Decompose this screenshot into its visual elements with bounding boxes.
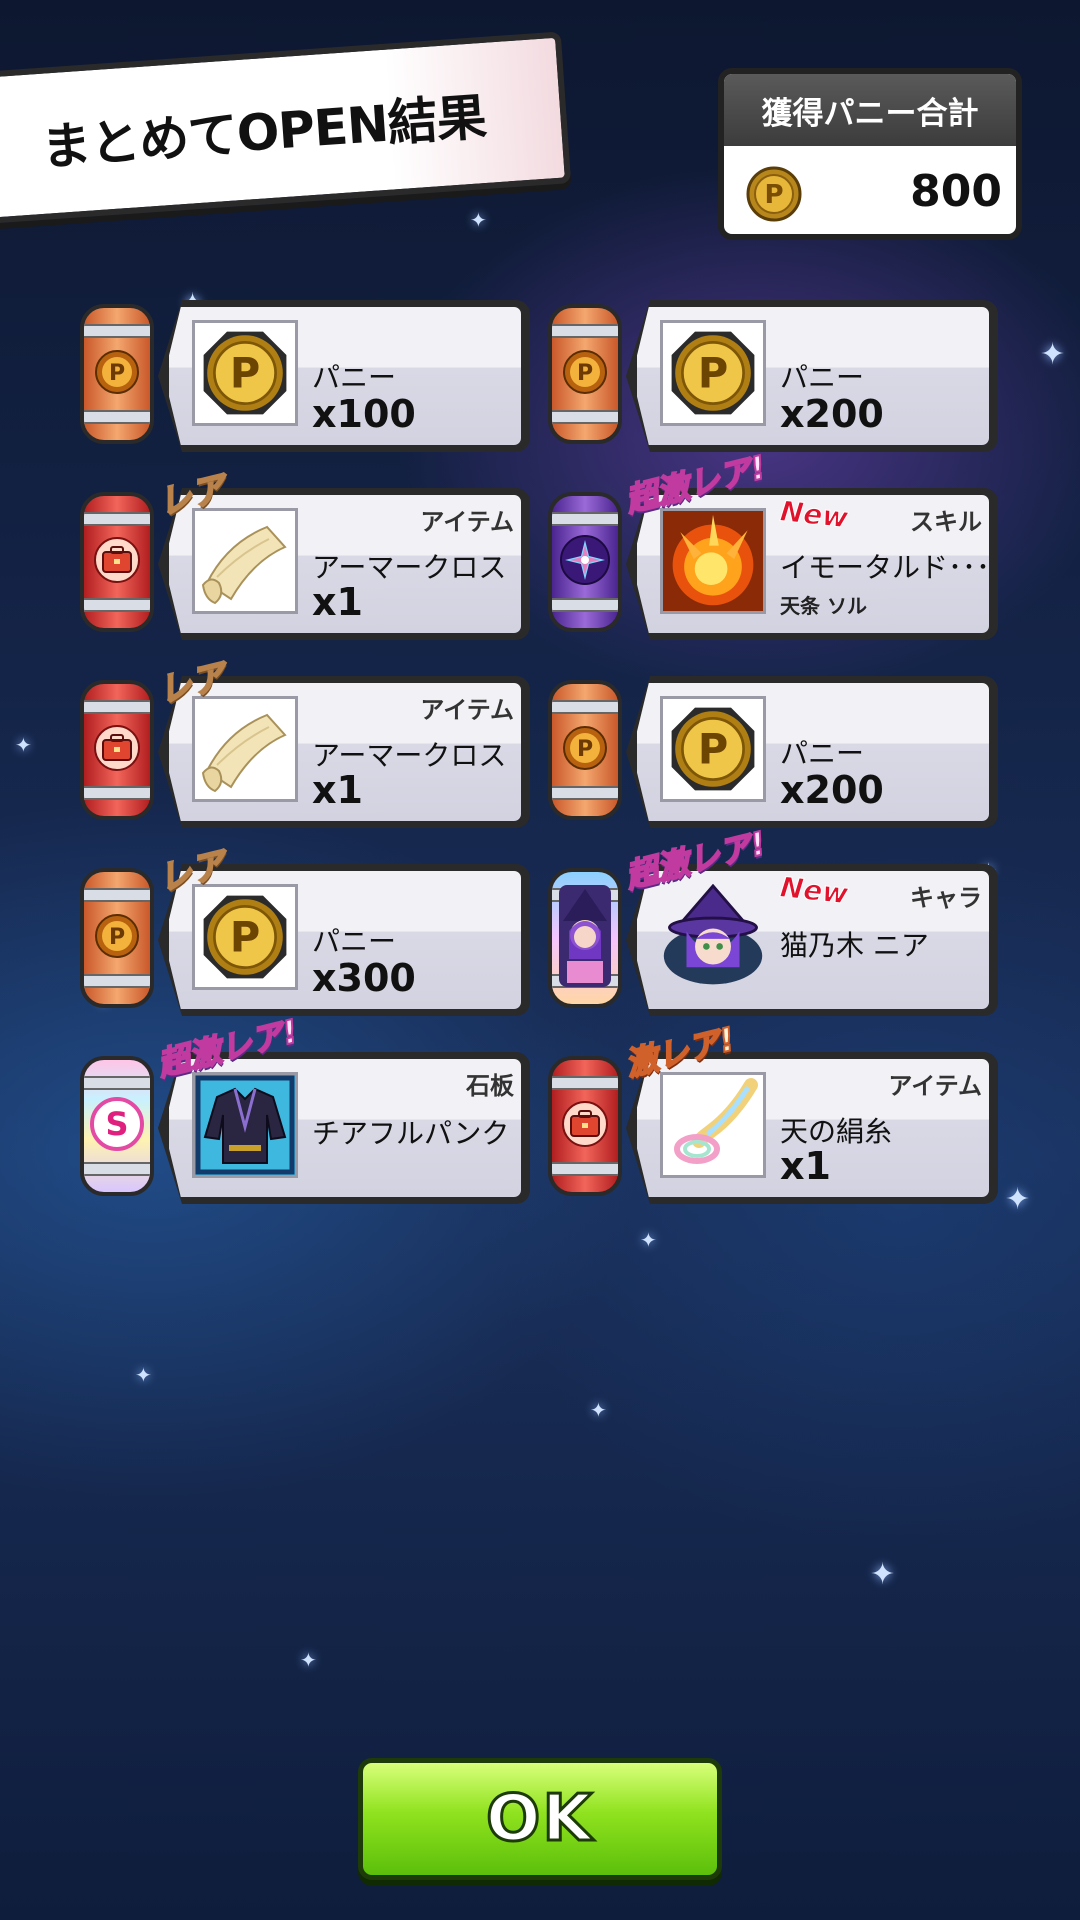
item-name: イモータルド･･･ [780, 551, 991, 584]
reward-card: アイテム 天の絹糸 x1 激レア! [548, 1019, 998, 1204]
category-label: 石板 [466, 1072, 514, 1100]
p-coin-icon: P [660, 696, 766, 802]
svg-text:P: P [764, 180, 783, 210]
item-quantity: x300 [312, 956, 416, 1000]
category-label: アイテム [420, 508, 514, 536]
p-coin-icon: P [746, 166, 802, 226]
item-quantity: x1 [780, 1144, 831, 1188]
svg-text:P: P [698, 349, 728, 397]
reward-card: キャラ New 猫乃木 ニア 超激レア! [548, 823, 998, 1016]
sparkle-star: ✦ [590, 1398, 607, 1422]
briefcase-icon [92, 723, 142, 777]
capsule-orange: P [80, 868, 154, 1008]
sparkle-star: ✦ [1005, 1182, 1031, 1217]
reward-card: S 石板 チアフルパンク 超激レア! [80, 1011, 530, 1204]
explosion-skill-icon [660, 508, 766, 614]
item-name: パニー [312, 361, 397, 394]
capsule-purple [548, 492, 622, 632]
reward-card: P P パニー x300 レア [80, 843, 530, 1016]
briefcase-icon [560, 1099, 610, 1153]
capsule-red [80, 680, 154, 820]
svg-text:P: P [230, 913, 260, 961]
svg-text:P: P [109, 361, 125, 386]
capsule-rainbow: S [80, 1056, 154, 1196]
total-label: 獲得パニー合計 [724, 74, 1016, 146]
item-name: チアフルパンク [312, 1117, 510, 1150]
item-quantity: x200 [780, 768, 884, 812]
capsule-red [80, 492, 154, 632]
item-quantity: x200 [780, 392, 884, 436]
new-badge: New [778, 494, 850, 535]
svg-text:P: P [577, 361, 593, 386]
p-coin-icon: P [660, 320, 766, 426]
category-label: キャラ [910, 884, 982, 912]
item-quantity: x1 [312, 580, 363, 624]
cloth-scroll-icon [192, 508, 298, 614]
ok-label: OK [485, 1781, 594, 1858]
sparkle-star: ✦ [470, 208, 487, 232]
item-name: パニー [780, 737, 865, 770]
p-coin-icon: P [192, 884, 298, 990]
reward-card: アイテム アーマークロス x1 レア [80, 655, 530, 828]
item-owner: 天条 ソル [780, 594, 867, 618]
svg-text:P: P [698, 725, 728, 773]
reward-card: P P パニー x200 [548, 676, 998, 828]
item-quantity: x100 [312, 392, 416, 436]
character-portrait-icon [555, 881, 615, 995]
sparkle-star: ✦ [640, 1228, 657, 1252]
new-badge: New [778, 870, 850, 911]
sparkle-star: ✦ [135, 1363, 152, 1387]
total-value: 800 [910, 166, 1002, 217]
item-name: パニー [312, 925, 397, 958]
total-panny-panel: 獲得パニー合計 P 800 [718, 68, 1022, 240]
svg-text:P: P [109, 925, 125, 950]
capsule-red [548, 1056, 622, 1196]
category-label: アイテム [888, 1072, 982, 1100]
page-title: まとめてOPEN結果 [39, 87, 488, 177]
p-coin-icon: P [192, 320, 298, 426]
category-label: スキル [910, 508, 982, 536]
silk-thread-icon [660, 1072, 766, 1178]
item-quantity: x1 [312, 768, 363, 812]
p-coin-icon: P [561, 348, 609, 400]
svg-text:P: P [577, 737, 593, 762]
reward-card: P P パニー x100 [80, 300, 530, 452]
sparkle-star: ✦ [300, 1648, 317, 1672]
capsule-character [548, 868, 622, 1008]
reward-card: アイテム アーマークロス x1 レア [80, 467, 530, 640]
briefcase-icon [92, 535, 142, 589]
witch-girl-icon [660, 884, 766, 990]
reward-card: P P パニー x200 [548, 300, 998, 452]
reward-card: スキル New イモータルド･･･ 天条 ソル 超激レア! [548, 447, 998, 640]
punk-jacket-icon [192, 1072, 298, 1178]
title-banner: まとめてOPEN結果 [0, 31, 572, 224]
sparkle-star: ✦ [15, 733, 32, 757]
s-letter-icon: S [89, 1096, 145, 1156]
p-coin-icon: P [93, 348, 141, 400]
capsule-orange: P [80, 304, 154, 444]
p-coin-icon: P [561, 724, 609, 776]
star-burst-icon [558, 533, 612, 591]
capsule-orange: P [548, 680, 622, 820]
cloth-scroll-icon [192, 696, 298, 802]
svg-text:S: S [105, 1105, 128, 1143]
sparkle-star: ✦ [870, 1557, 896, 1592]
ok-button[interactable]: OK [358, 1758, 722, 1880]
category-label: アイテム [420, 696, 514, 724]
item-name: 猫乃木 ニア [780, 929, 929, 962]
capsule-orange: P [548, 304, 622, 444]
svg-text:P: P [230, 349, 260, 397]
p-coin-icon: P [93, 912, 141, 964]
sparkle-star: ✦ [1040, 337, 1066, 372]
item-name: パニー [780, 361, 865, 394]
